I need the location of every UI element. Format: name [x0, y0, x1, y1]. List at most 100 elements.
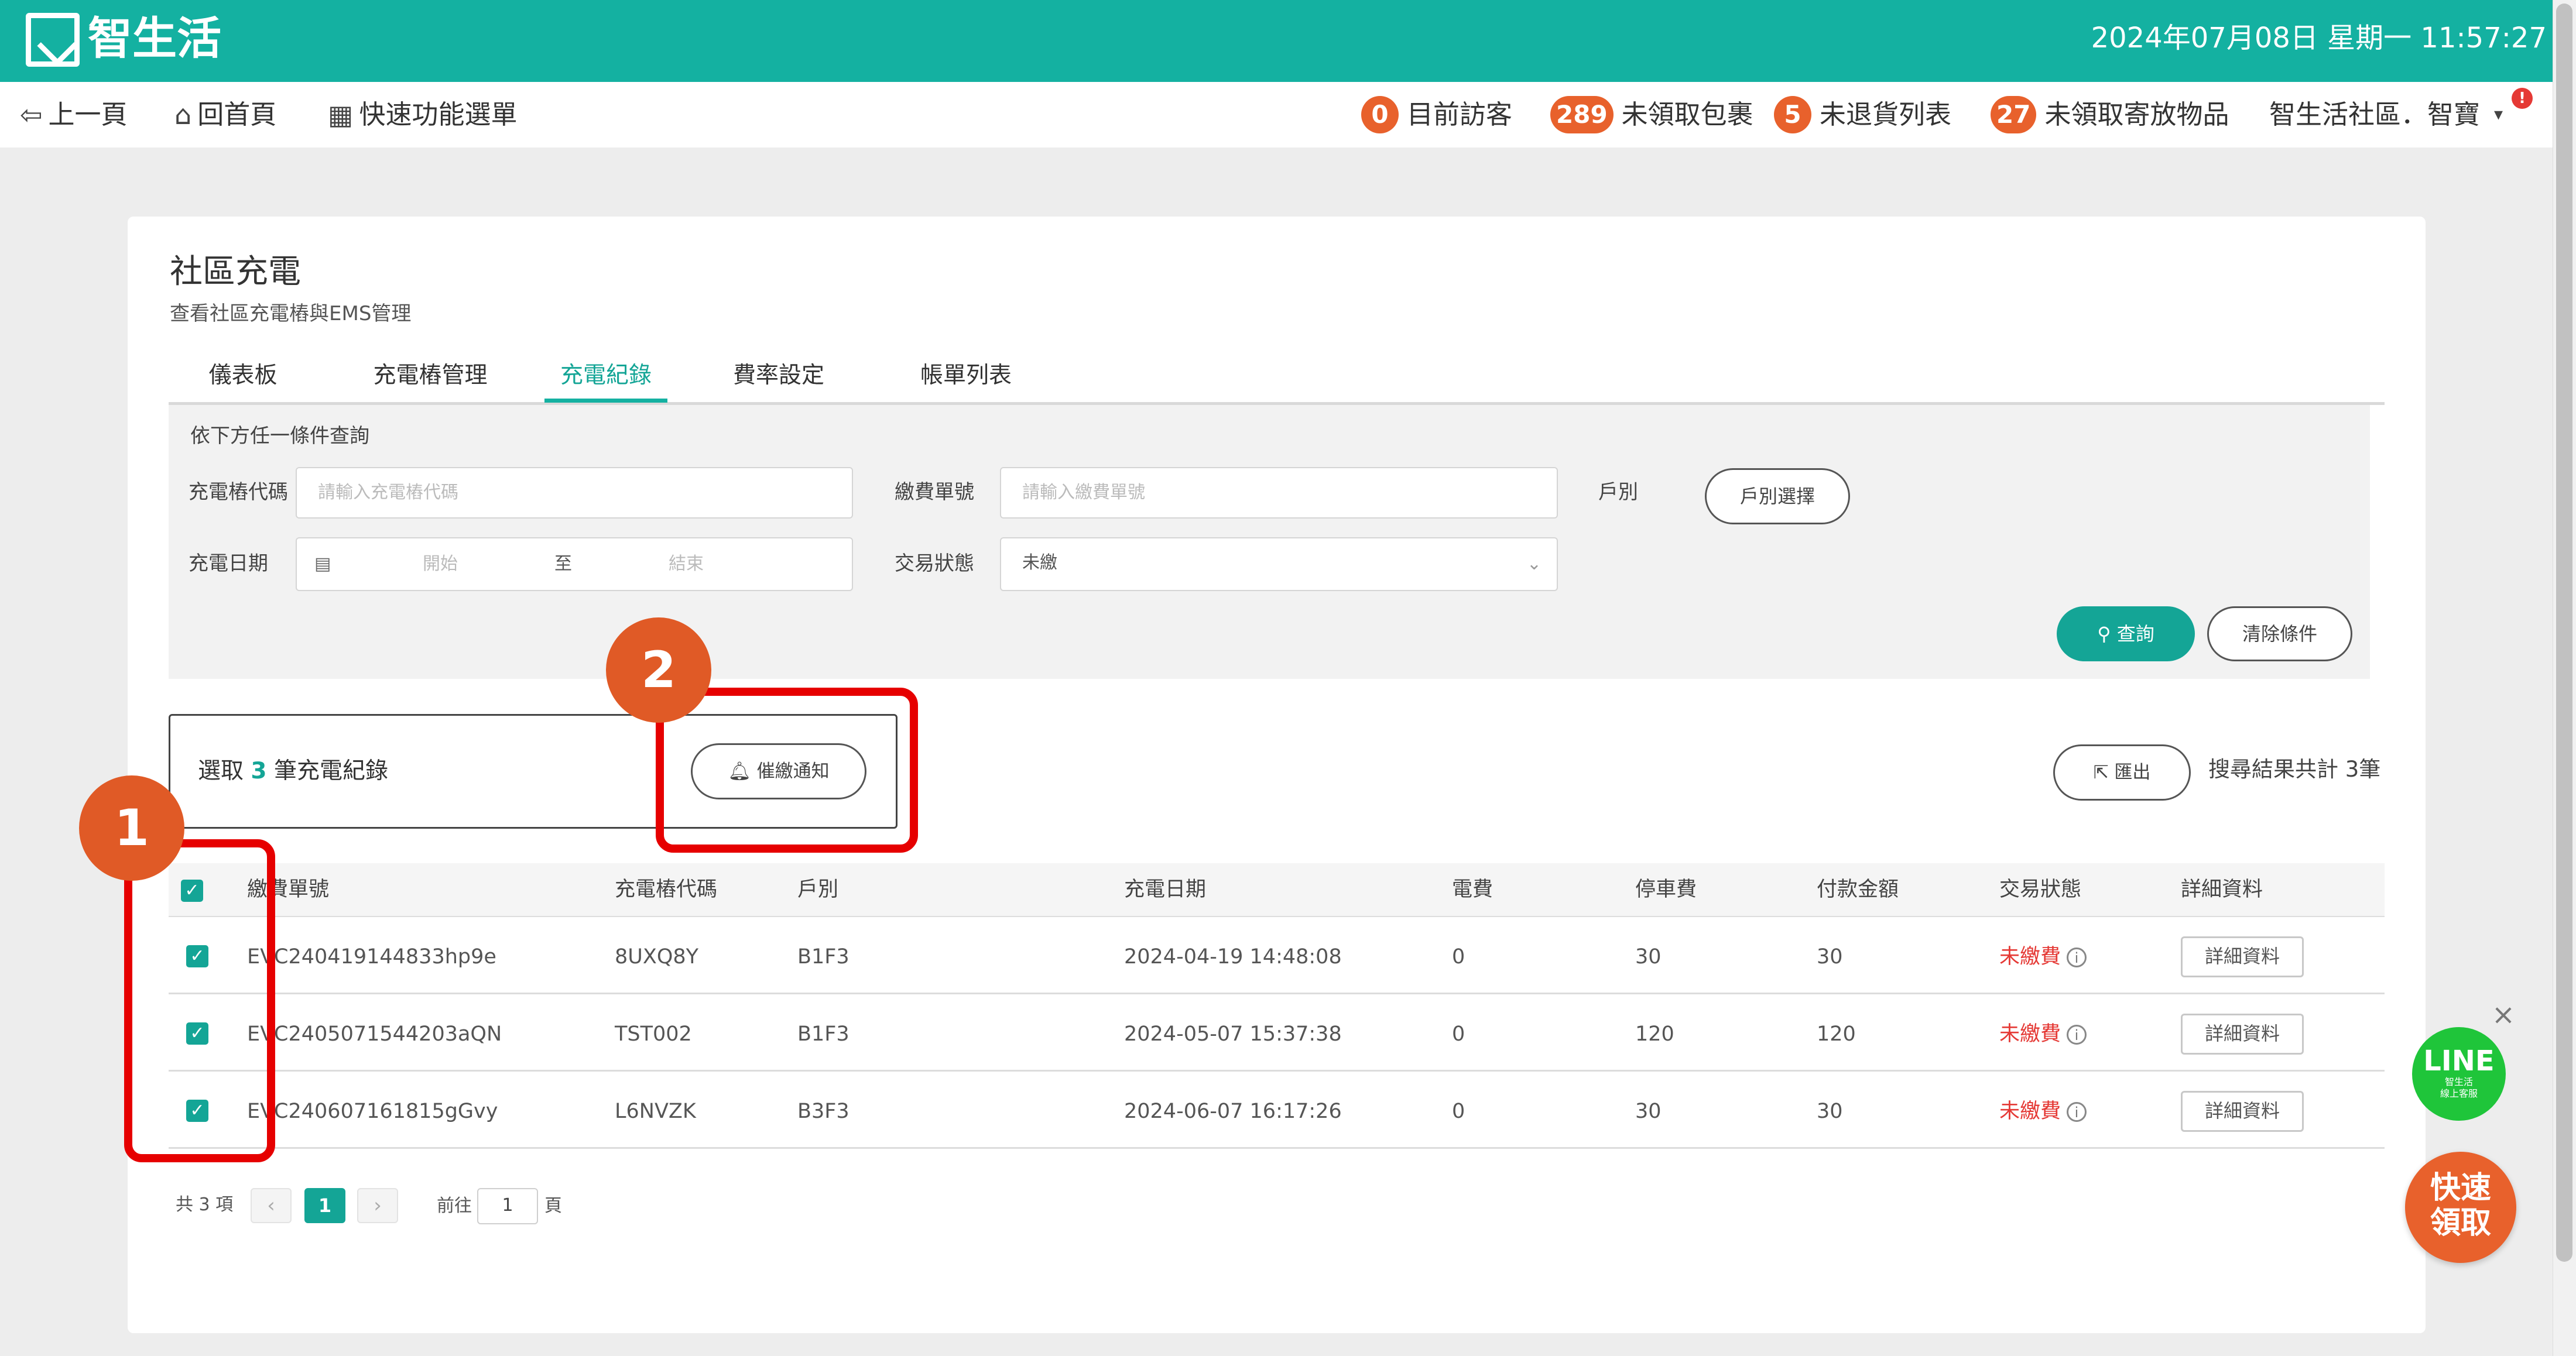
row-charge-date: 2024-06-07 16:17:26 — [1124, 1100, 1342, 1123]
selection-prefix: 選取 — [198, 758, 244, 784]
export-label: 匯出 — [2114, 762, 2151, 783]
col-charge-date: 充電日期 — [1124, 878, 1207, 901]
row-payment-no: EVC2405071544203aQN — [247, 1022, 502, 1046]
household-label: 戶別 — [1598, 480, 1638, 504]
unclaimed-packages-link[interactable]: 289 未領取包裹 — [1550, 95, 1753, 135]
unclaimed-items-link[interactable]: 27 未領取寄放物品 — [1991, 95, 2229, 135]
payment-no-input[interactable]: 請輸入繳費單號 — [1000, 467, 1558, 519]
export-icon: ⇱ — [2093, 762, 2109, 783]
user-name: 智生活社區．智寶 — [2269, 99, 2481, 130]
quick-pickup-button[interactable]: 快速領取 — [2405, 1152, 2516, 1263]
active-tab-indicator — [544, 399, 667, 403]
detail-button[interactable]: 詳細資料 — [2181, 936, 2304, 977]
clear-filter-button[interactable]: 清除條件 — [2207, 606, 2352, 661]
goto-prefix: 前往 — [437, 1196, 472, 1216]
row-amount: 120 — [1817, 1022, 1856, 1046]
date-label: 充電日期 — [189, 552, 268, 575]
annotation-step-2: 2 — [606, 617, 711, 723]
page-subtitle: 查看社區充電樁與EMS管理 — [170, 302, 412, 325]
visitors-link[interactable]: 0 目前訪客 — [1361, 95, 1512, 135]
tab-bill-list[interactable]: 帳單列表 — [913, 358, 1019, 399]
status-label: 交易狀態 — [895, 552, 974, 575]
line-title: LINE — [2423, 1045, 2495, 1077]
row-amount: 30 — [1817, 1100, 1843, 1123]
date-end: 結束 — [669, 554, 704, 574]
date-start: 開始 — [423, 554, 458, 574]
row-status-text: 未繳費 — [1999, 1100, 2061, 1123]
row-status-text: 未繳費 — [1999, 1022, 2061, 1046]
household-select-button[interactable]: 戶別選擇 — [1705, 468, 1850, 524]
row-divider — [169, 1070, 2385, 1072]
home-button[interactable]: ⌂ 回首頁 — [174, 95, 276, 135]
row-charge-date: 2024-04-19 14:48:08 — [1124, 945, 1342, 969]
payment-no-label: 繳費單號 — [895, 480, 974, 504]
col-amount: 付款金額 — [1817, 878, 1899, 901]
line-sub-1: 智生活 — [2444, 1076, 2473, 1087]
page-title: 社區充電 — [170, 253, 301, 291]
tab-rate-settings[interactable]: 費率設定 — [726, 358, 831, 399]
app-name: 智生活 — [88, 12, 221, 64]
export-button[interactable]: ⇱ 匯出 — [2053, 744, 2191, 801]
next-page-button[interactable]: › — [357, 1188, 398, 1223]
selection-suffix: 筆充電紀錄 — [273, 758, 388, 784]
caret-down-icon: ▾ — [2494, 104, 2503, 125]
visitors-label: 目前訪客 — [1407, 99, 1513, 130]
col-status: 交易狀態 — [1999, 878, 2082, 901]
annotation-highlight-checkboxes — [124, 839, 275, 1162]
scrollbar-thumb[interactable] — [2556, 4, 2572, 1262]
row-household: B1F3 — [797, 1022, 849, 1046]
row-pile-code: TST002 — [615, 1022, 692, 1046]
pile-code-input[interactable]: 請輸入充電樁代碼 — [296, 467, 853, 519]
search-button-label: 查詢 — [2116, 623, 2154, 645]
info-icon[interactable]: i — [2067, 948, 2087, 967]
info-icon[interactable]: i — [2067, 1102, 2087, 1122]
row-pile-code: L6NVZK — [615, 1100, 696, 1123]
date-range-input[interactable]: ▤ 開始 至 結束 — [296, 537, 853, 591]
logo-icon[interactable] — [26, 13, 80, 67]
notification-badge[interactable]: ! — [2512, 88, 2533, 109]
back-button[interactable]: ⇦ 上一頁 — [20, 95, 128, 135]
pile-code-label: 充電樁代碼 — [189, 480, 288, 504]
visitors-count: 0 — [1361, 96, 1399, 133]
current-page[interactable]: 1 — [304, 1188, 345, 1223]
search-button[interactable]: ⚲ 查詢 — [2057, 606, 2195, 661]
unreturned-count: 5 — [1774, 96, 1811, 133]
date-separator: 至 — [554, 554, 572, 574]
row-amount: 30 — [1817, 945, 1843, 969]
col-parking-fee: 停車費 — [1635, 878, 1697, 901]
goto-suffix: 頁 — [544, 1196, 562, 1216]
user-menu[interactable]: 智生活社區．智寶 ▾ — [2269, 95, 2509, 135]
row-power-fee: 0 — [1452, 945, 1465, 969]
status-select[interactable]: 未繳 ⌄ — [1000, 537, 1558, 591]
goto-page-input[interactable]: 1 — [477, 1188, 538, 1224]
unclaimed-items-label: 未領取寄放物品 — [2044, 99, 2229, 130]
row-parking-fee: 30 — [1635, 1100, 1662, 1123]
info-icon[interactable]: i — [2067, 1025, 2087, 1045]
row-status: 未繳費 i — [1999, 1019, 2087, 1049]
col-detail: 詳細資料 — [2181, 878, 2263, 901]
tab-charging-records[interactable]: 充電紀錄 — [544, 358, 667, 399]
line-support-widget[interactable]: LINE 智生活 線上客服 — [2412, 1027, 2506, 1121]
row-charge-date: 2024-05-07 15:37:38 — [1124, 1022, 1342, 1046]
calendar-icon: ▤ — [314, 554, 331, 574]
row-divider — [169, 993, 2385, 994]
home-icon: ⌂ — [174, 99, 192, 131]
unreturned-link[interactable]: 5 未退貨列表 — [1774, 95, 1951, 135]
detail-button[interactable]: 詳細資料 — [2181, 1091, 2304, 1132]
row-status-text: 未繳費 — [1999, 945, 2061, 969]
back-arrow-icon: ⇦ — [20, 99, 43, 131]
close-icon[interactable]: × — [2489, 1001, 2517, 1029]
unclaimed-packages-label: 未領取包裹 — [1621, 99, 1753, 130]
pagination-total: 共 3 項 — [176, 1194, 234, 1215]
row-parking-fee: 120 — [1635, 1022, 1674, 1046]
quick-menu-button[interactable]: ▦ 快速功能選單 — [328, 95, 517, 135]
chevron-down-icon: ⌄ — [1526, 554, 1542, 574]
quick-pickup-label: 快速領取 — [2430, 1170, 2491, 1241]
unclaimed-items-count: 27 — [1991, 96, 2037, 133]
row-status: 未繳費 i — [1999, 942, 2087, 971]
tab-dashboard[interactable]: 儀表板 — [193, 358, 293, 399]
prev-page-button[interactable]: ‹ — [251, 1188, 292, 1223]
detail-button[interactable]: 詳細資料 — [2181, 1014, 2304, 1055]
quick-menu-label: 快速功能選單 — [359, 99, 518, 130]
tab-pile-management[interactable]: 充電樁管理 — [369, 358, 492, 399]
